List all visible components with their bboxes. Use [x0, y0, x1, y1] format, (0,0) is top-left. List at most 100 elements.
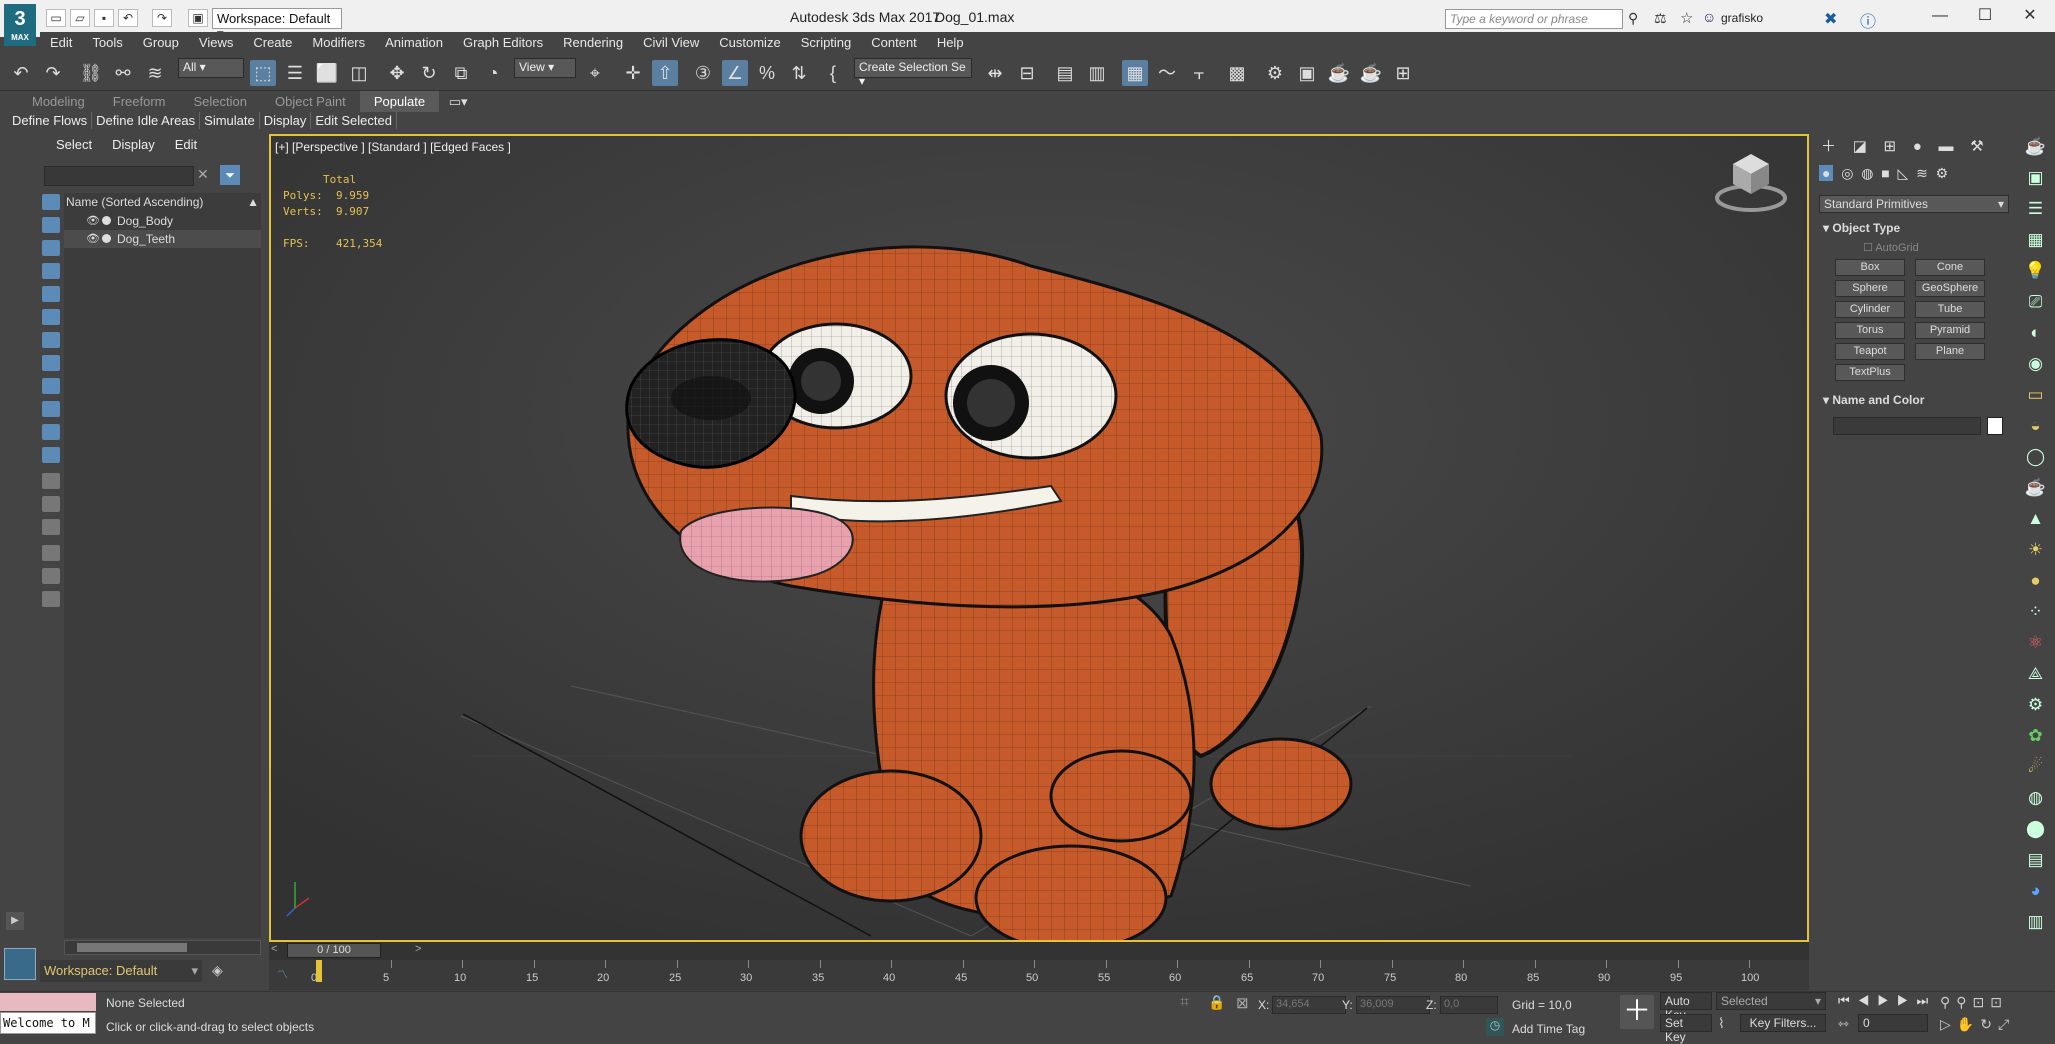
sphere-button[interactable]: Sphere: [1835, 280, 1905, 297]
dog-tongue[interactable]: [679, 506, 854, 583]
menu-create[interactable]: Create: [243, 32, 302, 53]
prev-frame-arrow[interactable]: <: [271, 943, 277, 955]
toggle-ribbon-icon[interactable]: ▦: [1122, 60, 1148, 86]
hf-icon[interactable]: ☄: [2016, 751, 2055, 782]
rig-icon[interactable]: ⟁: [2016, 658, 2055, 689]
render-icon[interactable]: ▣: [2016, 162, 2055, 193]
select-object-icon[interactable]: ⬚: [250, 60, 276, 86]
display-tab-icon[interactable]: ▬: [1939, 138, 1954, 155]
material-editor-icon[interactable]: ▩: [1224, 60, 1250, 86]
scene-tab-edit[interactable]: Edit: [165, 131, 207, 158]
viewport-label[interactable]: [+] [Perspective ] [Standard ] [Edged Fa…: [275, 140, 511, 154]
previous-frame-icon[interactable]: ◀: [1858, 993, 1878, 1008]
visibility-filter-icon[interactable]: [42, 447, 60, 463]
display-none-icon[interactable]: [42, 496, 60, 512]
key-filters-button[interactable]: Key Filters...: [1740, 1014, 1826, 1032]
edit-selected-button[interactable]: Edit Selected: [311, 112, 397, 129]
maximize-viewport-icon[interactable]: ⤢: [1998, 1016, 2015, 1032]
scene-column-header[interactable]: Name (Sorted Ascending) ▲: [64, 193, 261, 212]
undo-icon[interactable]: ↶: [118, 9, 138, 27]
group-filter-icon[interactable]: [42, 332, 60, 348]
funnel-icon[interactable]: [42, 568, 60, 584]
render-production-icon[interactable]: ☕: [1326, 60, 1352, 86]
time-tag-icon[interactable]: ◷: [1486, 1018, 1504, 1036]
dog-back-paw[interactable]: [1049, 749, 1193, 843]
y-coordinate-field[interactable]: 36,009: [1356, 996, 1430, 1014]
particle-filter-icon[interactable]: [42, 424, 60, 440]
scene-search-input[interactable]: [44, 166, 194, 186]
hierarchy-tab-icon[interactable]: ⊞: [1884, 138, 1897, 155]
scene-tab-display[interactable]: Display: [102, 131, 165, 158]
time-config-icon[interactable]: ⇿: [1838, 1016, 1849, 1032]
user-name[interactable]: grafisko: [1721, 11, 1763, 25]
zoom-extents-all-icon[interactable]: ⊡: [1990, 994, 2008, 1010]
schematic-view-icon[interactable]: ⫟: [1186, 60, 1212, 86]
dog-front-right-paw[interactable]: [974, 844, 1168, 942]
scale-icon[interactable]: ⧉: [448, 60, 474, 86]
auto-key-button[interactable]: Auto Key: [1660, 992, 1712, 1022]
viewport-layout-icon[interactable]: [4, 948, 36, 980]
geometry-filter-icon[interactable]: [42, 194, 60, 210]
film-icon[interactable]: ◉: [2016, 348, 2055, 379]
lights-icon[interactable]: ◍: [1861, 165, 1873, 181]
align-icon[interactable]: ⊟: [1014, 60, 1040, 86]
binoculars-icon[interactable]: ⚲: [1628, 10, 1638, 27]
sphere-icon[interactable]: ◯: [2016, 441, 2055, 472]
geosphere-button[interactable]: GeoSphere: [1915, 280, 1985, 297]
list-item[interactable]: 👁 Dog_Body: [64, 212, 261, 230]
percent-snap-icon[interactable]: %: [754, 60, 780, 86]
helper-filter-icon[interactable]: [42, 286, 60, 302]
go-to-start-icon[interactable]: ⏮: [1838, 993, 1858, 1008]
named-selection-icon[interactable]: {: [820, 60, 846, 86]
redo-icon[interactable]: ↷: [40, 60, 66, 86]
modify-tab-icon[interactable]: ◪: [1853, 138, 1867, 155]
track-bar[interactable]: 〽 0 5 10 15 20 25 30 35 40 45 50 55 60 65 70 75 80 85 90 95…: [269, 960, 1809, 990]
torus-button[interactable]: Torus: [1835, 322, 1905, 339]
add-time-tag[interactable]: Add Time Tag: [1512, 1022, 1585, 1036]
xref-filter-icon[interactable]: [42, 355, 60, 371]
menu-modifiers[interactable]: Modifiers: [302, 32, 375, 53]
freeze-dot-icon[interactable]: [102, 216, 111, 225]
rectangular-selection-icon[interactable]: ⬜: [314, 60, 340, 86]
teapot-green-icon[interactable]: ☕: [2016, 472, 2055, 503]
new-file-icon[interactable]: ▭: [46, 9, 66, 27]
next-frame-icon[interactable]: ▶: [1897, 993, 1917, 1008]
gear-icon[interactable]: ⚙: [2016, 689, 2055, 720]
display-all-icon[interactable]: [42, 473, 60, 489]
spacewarp-filter-icon[interactable]: [42, 309, 60, 325]
scene-tab-select[interactable]: Select: [46, 131, 102, 158]
filter-icon[interactable]: ⏷: [220, 165, 240, 185]
particles-icon[interactable]: ⁘: [2016, 596, 2055, 627]
render-setup-icon[interactable]: ⚙: [1262, 60, 1288, 86]
clear-search-icon[interactable]: ✕: [197, 166, 209, 183]
calendar-icon[interactable]: ▥: [2016, 906, 2055, 937]
user-icon[interactable]: ☺: [1702, 9, 1716, 25]
render-iterative-icon[interactable]: ☕: [1358, 60, 1384, 86]
dog-back-right-paw[interactable]: [1209, 737, 1353, 831]
visibility-eye-icon[interactable]: 👁: [86, 214, 100, 227]
object-name-input[interactable]: [1833, 417, 1981, 435]
sort-icon[interactable]: [42, 545, 60, 561]
define-idle-areas-button[interactable]: Define Idle Areas: [92, 112, 201, 129]
object-type-rollout[interactable]: ▾ Object Type: [1823, 221, 1900, 235]
menu-content[interactable]: Content: [861, 32, 927, 53]
star-icon[interactable]: ☆: [1680, 9, 1693, 27]
toggle-scene-explorer-icon[interactable]: ▤: [1052, 60, 1078, 86]
list-icon[interactable]: ☰: [2016, 193, 2055, 224]
create-tab-icon[interactable]: ＋: [1821, 138, 1836, 155]
field-of-view-icon[interactable]: ▷: [1940, 1016, 1957, 1032]
autogrid-checkbox[interactable]: ☐ AutoGrid: [1863, 241, 1919, 254]
menu-tools[interactable]: Tools: [82, 32, 132, 53]
blue-sphere-icon[interactable]: ◕: [2016, 875, 2055, 906]
next-frame-arrow[interactable]: >: [415, 943, 421, 955]
go-to-end-icon[interactable]: ⏭: [1917, 993, 1937, 1008]
tab-freeform[interactable]: Freeform: [99, 91, 180, 112]
light-bulb-icon[interactable]: 💡: [2016, 255, 2055, 286]
tab-selection[interactable]: Selection: [180, 91, 261, 112]
help-icon[interactable]: ⓘ: [1860, 8, 1876, 32]
key-tangent-icon[interactable]: ⌇: [1718, 1015, 1725, 1032]
cameras-icon[interactable]: ■: [1881, 165, 1889, 181]
tab-modeling[interactable]: Modeling: [18, 91, 99, 112]
helpers-icon[interactable]: ◺: [1898, 165, 1909, 181]
select-manipulate-icon[interactable]: ✛: [620, 60, 646, 86]
